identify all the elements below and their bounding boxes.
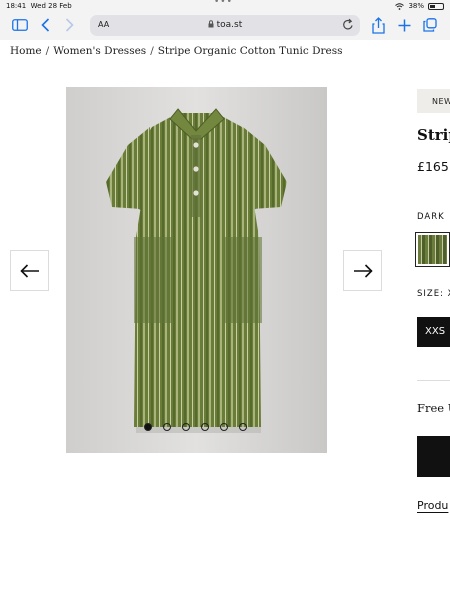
battery-level <box>430 4 435 8</box>
url-text: toa.st <box>90 20 360 30</box>
free-delivery-text: Free U <box>417 401 450 415</box>
forward-icon[interactable] <box>62 15 76 35</box>
arrow-right-icon <box>353 263 373 278</box>
battery-percent: 38% <box>408 2 424 10</box>
breadcrumb: Home / Women's Dresses / Stripe Organic Cott… <box>10 45 343 57</box>
battery-icon <box>428 2 444 10</box>
gallery-dot-5[interactable] <box>220 423 228 431</box>
size-option-xxs[interactable]: XXS <box>417 317 450 347</box>
gallery-dot-2[interactable] <box>163 423 171 431</box>
add-to-bag-button[interactable] <box>417 436 450 477</box>
status-right: 38% <box>395 2 444 10</box>
breadcrumb-current: Stripe Organic Cotton Tunic Dress <box>157 45 343 57</box>
section-divider <box>417 380 450 381</box>
product-details-link[interactable]: Produ <box>417 499 448 512</box>
dress-illustration <box>66 87 327 453</box>
product-image[interactable] <box>66 87 327 453</box>
gallery-dot-3[interactable] <box>182 423 190 431</box>
safari-toolbar: AA toa.st <box>0 11 450 40</box>
address-bar[interactable]: AA toa.st <box>90 15 360 36</box>
gallery-pagination <box>144 423 247 431</box>
product-price: £165. <box>417 159 450 174</box>
gallery-dot-1[interactable] <box>144 423 152 431</box>
breadcrumb-separator: / <box>150 45 154 57</box>
status-bar: 18:41 Wed 28 Feb ••• 38% <box>0 0 450 11</box>
lock-icon <box>208 20 214 28</box>
colour-label: DARK <box>417 212 445 222</box>
next-image-button[interactable] <box>343 250 382 291</box>
gallery-dot-4[interactable] <box>201 423 209 431</box>
tabs-icon[interactable] <box>422 15 438 35</box>
wifi-icon <box>395 2 405 10</box>
sidebar-icon[interactable] <box>10 15 30 35</box>
new-tab-icon[interactable] <box>396 15 412 35</box>
arrow-left-icon <box>19 263 39 278</box>
back-icon[interactable] <box>38 15 52 35</box>
swatch-fabric <box>418 235 447 264</box>
product-title: Strip <box>417 126 450 144</box>
multitask-dots[interactable]: ••• <box>214 0 233 7</box>
colour-swatch-selected[interactable] <box>415 232 450 267</box>
browser-chrome: 18:41 Wed 28 Feb ••• 38% AA toa.st <box>0 0 450 40</box>
gallery-dot-6[interactable] <box>239 423 247 431</box>
size-label: SIZE: X <box>417 289 450 299</box>
breadcrumb-separator: / <box>45 45 50 57</box>
breadcrumb-category[interactable]: Women's Dresses <box>53 45 146 57</box>
status-time: 18:41 Wed 28 Feb <box>6 2 72 10</box>
prev-image-button[interactable] <box>10 250 49 291</box>
breadcrumb-home[interactable]: Home <box>10 45 42 57</box>
reload-icon[interactable] <box>342 18 354 34</box>
share-icon[interactable] <box>370 15 386 35</box>
new-badge: NEW <box>417 89 450 113</box>
